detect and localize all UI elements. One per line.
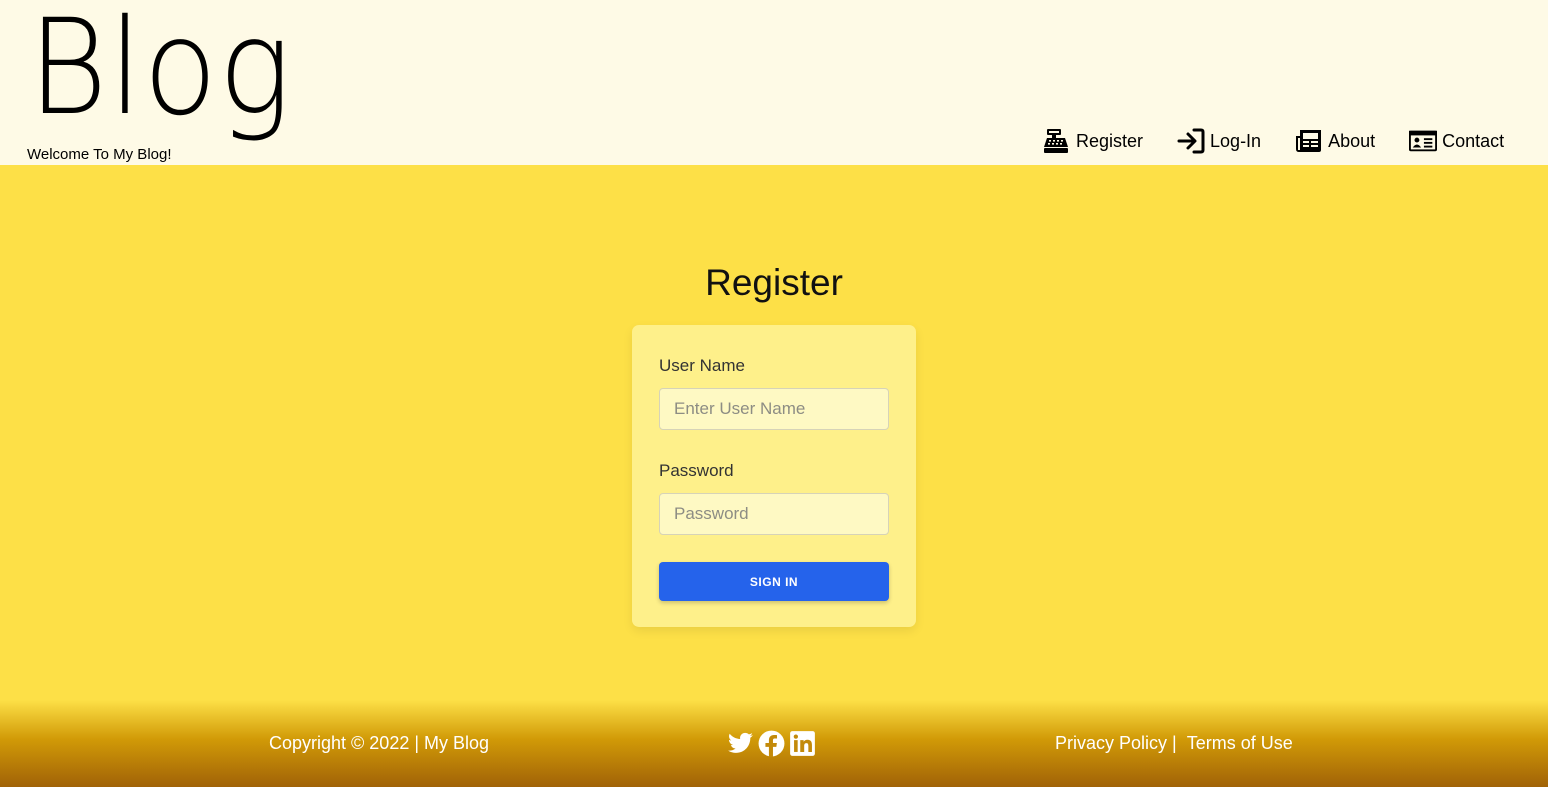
username-input[interactable] <box>659 388 889 430</box>
nav-item-contact[interactable]: Contact <box>1409 128 1504 154</box>
nav-label: About <box>1328 130 1376 151</box>
social-links <box>727 730 816 757</box>
password-label: Password <box>659 461 734 480</box>
site-logo[interactable]: Blog <box>28 2 292 134</box>
terms-of-use-link[interactable]: Terms of Use <box>1187 733 1293 754</box>
username-label: User Name <box>659 356 745 375</box>
page-title: Register <box>705 262 843 303</box>
site-footer: Copyright © 2022 | My Blog Privacy Polic… <box>0 700 1548 787</box>
cash-register-icon <box>1043 128 1071 154</box>
linkedin-icon[interactable] <box>789 730 816 757</box>
copyright-text: Copyright © 2022 | My Blog <box>269 733 490 753</box>
nav-label: Contact <box>1442 130 1505 151</box>
facebook-icon[interactable] <box>758 730 785 757</box>
nav-item-about[interactable]: About <box>1295 128 1375 154</box>
nav-item-login[interactable]: Log-In <box>1177 128 1261 154</box>
site-header: Blog Welcome To My Blog! Register Log-In… <box>0 0 1548 165</box>
privacy-policy-link[interactable]: Privacy Policy <box>1055 733 1167 754</box>
site-tagline: Welcome To My Blog! <box>27 146 172 163</box>
login-arrow-icon <box>1177 128 1205 154</box>
legal-separator: | <box>1172 733 1177 753</box>
register-form: User Name Password SIGN IN <box>632 325 916 627</box>
nav-label: Log-In <box>1210 130 1262 151</box>
legal-links: Privacy Policy | Terms of Use <box>1055 733 1293 754</box>
sign-in-button[interactable]: SIGN IN <box>659 562 889 601</box>
newspaper-icon <box>1295 128 1323 154</box>
contact-card-icon <box>1409 128 1438 154</box>
main-nav: Register Log-In About Contact <box>1043 128 1504 154</box>
nav-item-register[interactable]: Register <box>1043 128 1143 154</box>
twitter-icon[interactable] <box>727 730 754 757</box>
password-input[interactable] <box>659 493 889 535</box>
nav-label: Register <box>1076 130 1144 151</box>
